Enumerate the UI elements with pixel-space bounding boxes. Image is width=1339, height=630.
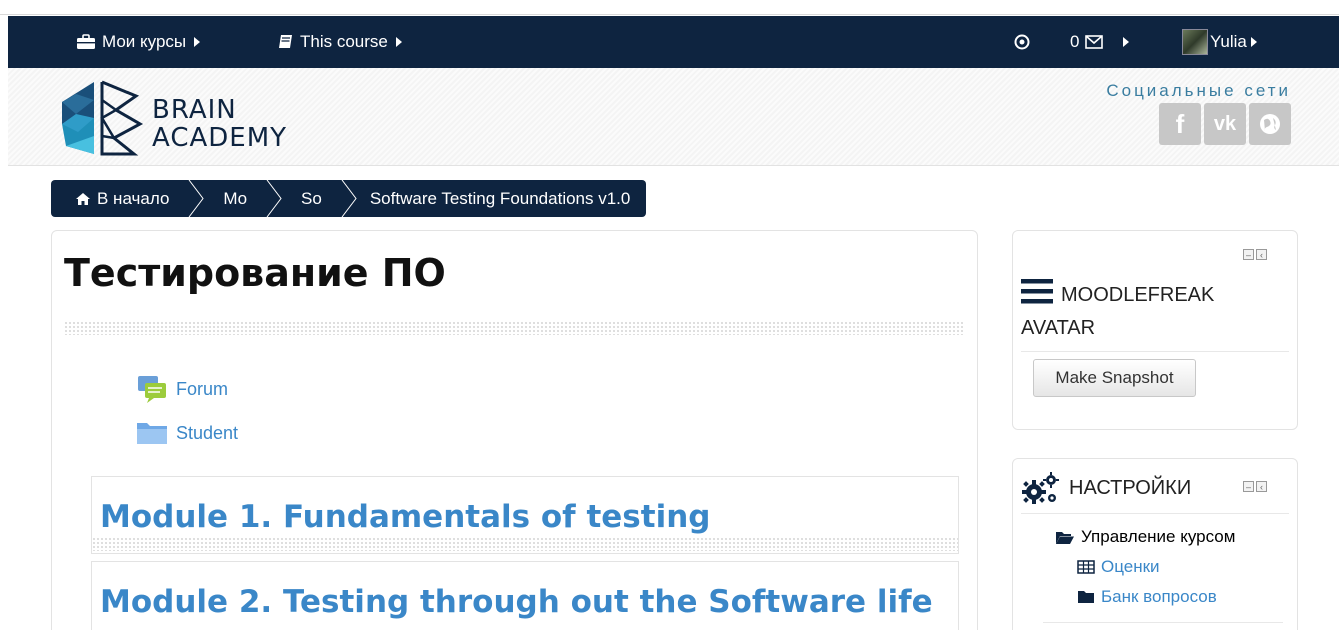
caret-right-icon: [395, 37, 402, 47]
settings-block: – ‹ НАСТРОЙКИ Управление курсом Оценки Б…: [1012, 458, 1298, 630]
forum-icon: [138, 376, 166, 403]
envelope-icon: [1085, 35, 1104, 49]
block-divider: [1021, 351, 1289, 352]
avatar-block-title-2: AVATAR: [1021, 317, 1096, 339]
brain-academy-logo[interactable]: BRAIN ACADEMY: [56, 74, 306, 162]
social-icons: f vk: [1159, 103, 1291, 145]
dock-icon[interactable]: ‹: [1256, 481, 1267, 492]
module-title-2[interactable]: Module 2. Testing through out the Softwa…: [100, 584, 933, 620]
breadcrumb-item-label: Software Testing Foundations v1.0: [369, 188, 631, 208]
breadcrumb-separator: [265, 180, 283, 217]
dock-icon[interactable]: ‹: [1256, 249, 1267, 260]
caret-right-icon: [1250, 37, 1257, 47]
module-section-2: Module 2. Testing through out the Softwa…: [91, 561, 959, 630]
breadcrumb-item-label: Mo: [223, 188, 248, 208]
activity-forum[interactable]: Forum: [136, 373, 228, 405]
avatar-block: – ‹ MOODLEFREAK AVATAR Make Snapshot: [1012, 230, 1298, 430]
collapse-icon[interactable]: –: [1243, 249, 1254, 260]
breadcrumb-item-so[interactable]: So: [283, 180, 340, 217]
grades-label: Оценки: [1101, 557, 1160, 576]
messages-count: 0: [1070, 32, 1080, 51]
logo-line-1: BRAIN: [152, 95, 237, 125]
grades-link[interactable]: Оценки: [1077, 557, 1160, 577]
user-name: Yulia: [1210, 32, 1247, 51]
settings-block-title: НАСТРОЙКИ: [1069, 477, 1192, 499]
this-course-label: This course: [300, 32, 388, 51]
logo-text: BRAIN ACADEMY: [152, 96, 287, 152]
question-bank-label: Банк вопросов: [1101, 587, 1217, 606]
block-controls: – ‹: [1243, 249, 1267, 260]
caret-right-icon: [1123, 37, 1130, 47]
breadcrumb-home[interactable]: В начало: [51, 180, 187, 217]
top-navbar: Мои курсы This course 0 Yulia: [8, 16, 1339, 68]
breadcrumb: В начало Mo So Software Testing Foundati…: [51, 180, 647, 217]
folder-icon: [137, 423, 167, 444]
breadcrumb-item-course[interactable]: Software Testing Foundations v1.0: [358, 180, 631, 217]
caret-right-icon: [194, 37, 201, 47]
title-divider: [64, 321, 964, 335]
course-content: Тестирование ПО Forum Student Module 1. …: [51, 230, 978, 630]
globe-icon[interactable]: [1249, 103, 1291, 145]
this-course-menu[interactable]: This course: [278, 16, 402, 68]
activity-forum-label: Forum: [176, 378, 229, 399]
table-icon: [1077, 560, 1095, 574]
vk-icon[interactable]: vk: [1204, 103, 1246, 145]
block-divider: [1043, 622, 1283, 623]
breadcrumb-home-label: В начало: [97, 188, 170, 208]
social-title: Социальные сети: [1106, 81, 1291, 100]
menu-bars-icon: [1021, 279, 1053, 304]
make-snapshot-button[interactable]: Make Snapshot: [1033, 359, 1196, 397]
site-header: BRAIN ACADEMY Социальные сети f vk: [8, 68, 1339, 166]
messages-menu[interactable]: 0: [1070, 16, 1130, 68]
breadcrumb-separator: [340, 180, 358, 217]
block-divider: [1021, 513, 1289, 514]
briefcase-icon: [77, 34, 95, 49]
course-admin-node[interactable]: Управление курсом: [1055, 527, 1235, 547]
page-title: Тестирование ПО: [64, 251, 446, 295]
home-icon: [76, 192, 90, 205]
breadcrumb-separator: [187, 180, 205, 217]
logo-line-2: ACADEMY: [152, 123, 288, 153]
facebook-icon[interactable]: f: [1159, 103, 1201, 145]
user-menu[interactable]: Yulia: [1182, 16, 1257, 68]
block-controls: – ‹: [1243, 481, 1267, 492]
breadcrumb-item-label: So: [301, 188, 322, 208]
folder-open-icon: [1056, 531, 1074, 544]
activity-student-label: Student: [176, 422, 239, 443]
module-divider: [92, 537, 958, 551]
my-courses-menu[interactable]: Мои курсы: [76, 16, 201, 68]
question-bank-link[interactable]: Банк вопросов: [1077, 587, 1217, 607]
globe-glyph: [1260, 114, 1280, 134]
brain-logo-icon: [62, 80, 144, 156]
book-icon: [279, 35, 292, 48]
page: Мои курсы This course 0 Yulia BRAIN ACAD…: [0, 0, 1339, 630]
course-admin-label: Управление курсом: [1081, 527, 1236, 546]
user-avatar: [1182, 29, 1208, 55]
circle-arrow-icon: [1014, 34, 1030, 50]
folder-icon: [1078, 591, 1094, 603]
activity-student[interactable]: Student: [136, 420, 238, 446]
avatar-block-title-1: MOODLEFREAK: [1061, 284, 1215, 306]
gears-icon: [1022, 472, 1059, 504]
notifications-toggle[interactable]: [1014, 16, 1030, 68]
module-title-1[interactable]: Module 1. Fundamentals of testing: [100, 499, 710, 535]
browser-top-edge: [0, 0, 1339, 15]
module-section-1: Module 1. Fundamentals of testing: [91, 476, 959, 554]
collapse-icon[interactable]: –: [1243, 481, 1254, 492]
my-courses-label: Мои курсы: [102, 32, 187, 51]
breadcrumb-item-mo[interactable]: Mo: [205, 180, 265, 217]
